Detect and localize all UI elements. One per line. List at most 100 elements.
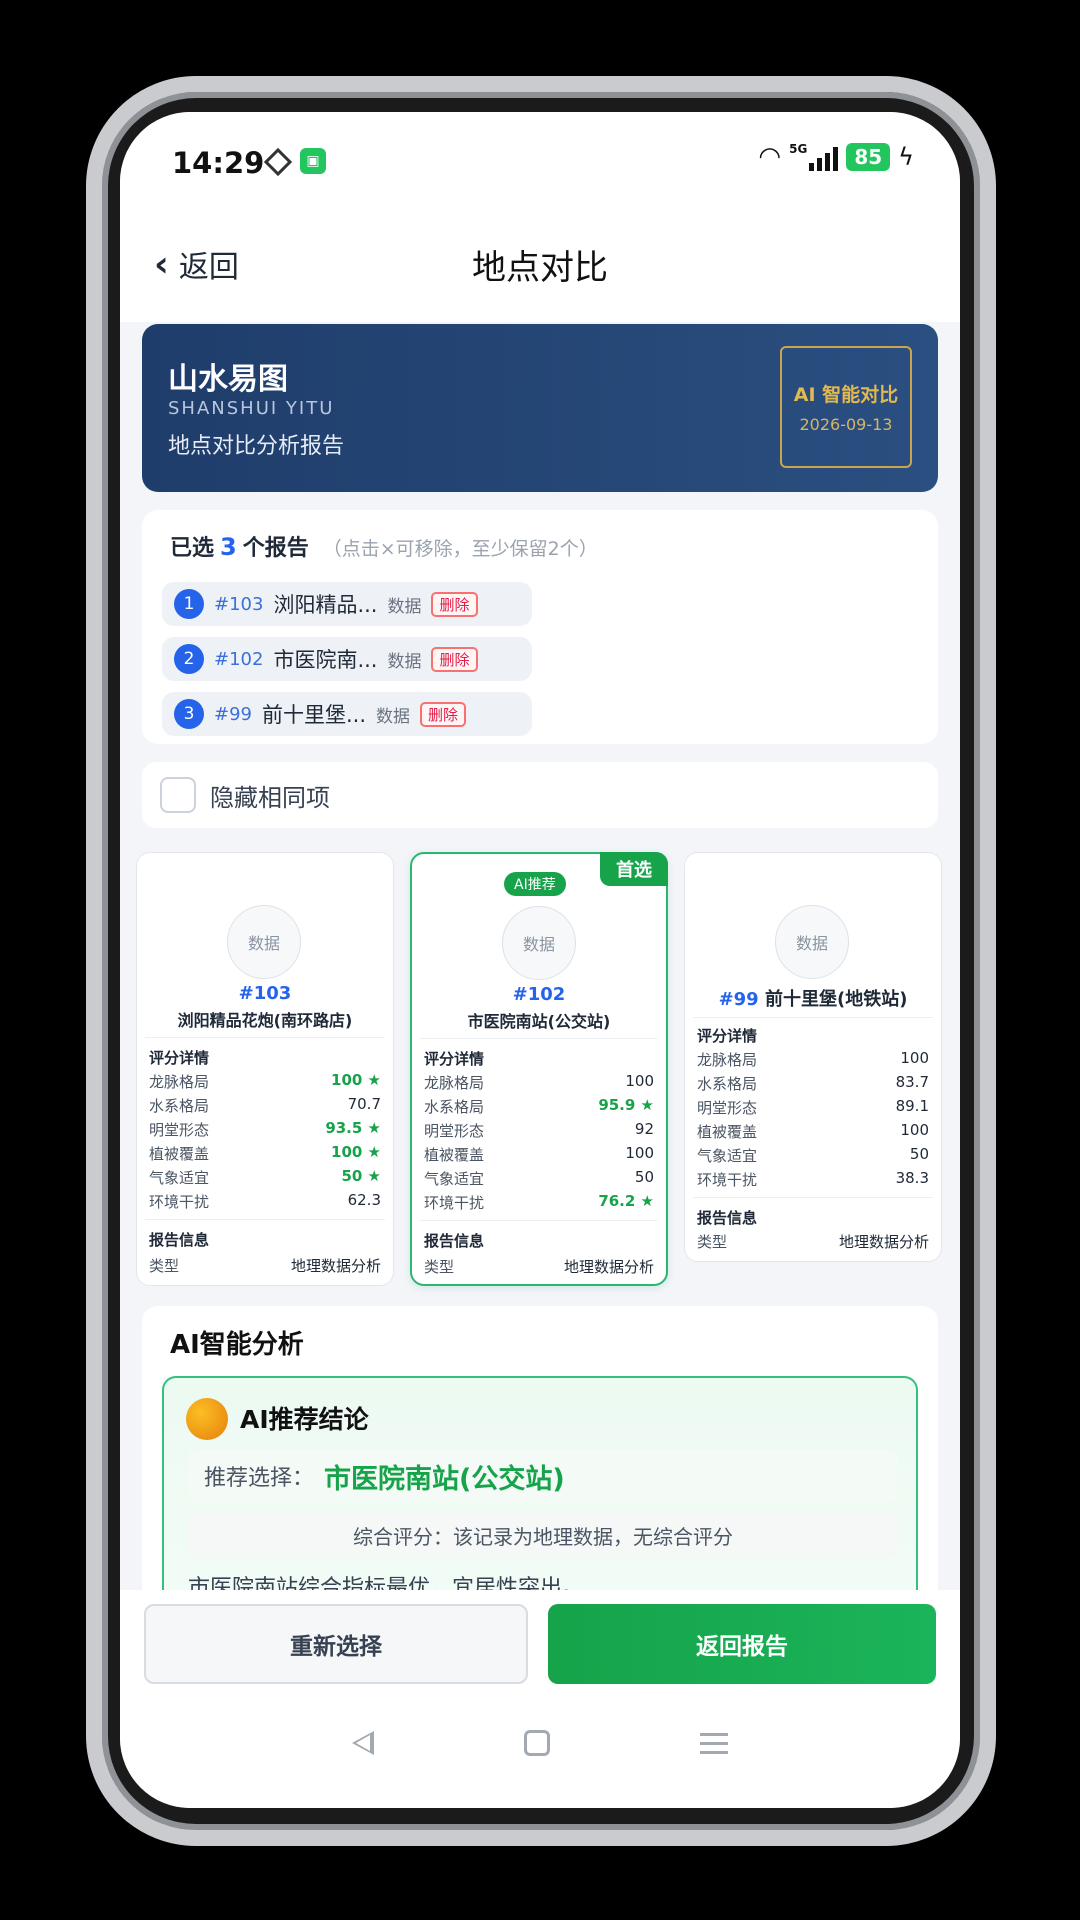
score-value: 100 <box>625 1072 654 1090</box>
selected-prefix: 已选 <box>170 536 215 561</box>
score-row: 气象适宜 50 <box>697 1145 929 1166</box>
delete-button[interactable]: 删除 <box>431 591 478 617</box>
hide-same-checkbox[interactable] <box>160 777 196 813</box>
score-row: 龙脉格局 100 <box>424 1072 654 1093</box>
selected-header: 已选 3 个报告 （点击×可移除，至少保留2个） <box>170 530 598 562</box>
score-row: 龙脉格局 100 <box>697 1049 929 1070</box>
score-value: 93.5 ★ <box>325 1119 381 1137</box>
score-label: 明堂形态 <box>149 1121 210 1139</box>
score-label: 植被覆盖 <box>149 1145 210 1163</box>
score-value: 70.7 <box>347 1095 381 1113</box>
divider <box>420 1038 658 1039</box>
score-label: 气象适宜 <box>149 1169 210 1187</box>
ai-analysis-title: AI智能分析 <box>170 1330 304 1360</box>
card-id: #102 <box>512 984 566 1005</box>
card-name: 前十里堡(地铁站) <box>764 989 908 1010</box>
info-section-title: 报告信息 <box>149 1231 210 1249</box>
card-name: 市医院南站(公交站) <box>467 1012 611 1031</box>
score-label: 植被覆盖 <box>424 1146 485 1164</box>
signal-icon <box>809 143 839 171</box>
score-row: 龙脉格局 100 ★ <box>149 1071 381 1092</box>
score-value: 100 <box>625 1144 654 1162</box>
brand-subtitle-en: SHANSHUI YITU <box>168 398 335 419</box>
card-id: #99 <box>718 989 759 1010</box>
score-value: 76.2 ★ <box>598 1192 654 1210</box>
delete-button[interactable]: 删除 <box>431 646 478 672</box>
info-row: 类型 地理数据分析 <box>424 1256 654 1277</box>
ai-orb-icon <box>186 1398 228 1440</box>
score-label: 龙脉格局 <box>697 1051 758 1069</box>
score-value: 92 <box>634 1120 654 1138</box>
score-row: 明堂形态 93.5 ★ <box>149 1119 381 1140</box>
score-label: 植被覆盖 <box>697 1123 758 1141</box>
score-row: 植被覆盖 100 <box>424 1144 654 1165</box>
score-label: 龙脉格局 <box>424 1074 485 1092</box>
nav-bar: ‹ 返回 地点对比 <box>120 212 960 322</box>
info-value: 地理数据分析 <box>838 1233 929 1251</box>
chip-index: 1 <box>174 589 204 619</box>
nav-back-icon[interactable] <box>352 1731 374 1755</box>
selected-count: 3 <box>220 533 237 561</box>
score-value: 50 <box>909 1145 929 1163</box>
nav-menu-icon[interactable] <box>700 1732 728 1754</box>
page-title: 地点对比 <box>472 248 608 288</box>
chip-index: 3 <box>174 699 204 729</box>
score-row: 水系格局 83.7 <box>697 1073 929 1094</box>
chip-name: 前十里堡... <box>262 703 367 727</box>
selected-chip: 3 #99 前十里堡... 数据 删除 <box>162 692 532 736</box>
nfc-icon <box>263 147 293 177</box>
score-value: 100 <box>900 1121 929 1139</box>
score-row: 植被覆盖 100 ★ <box>149 1143 381 1164</box>
delete-button[interactable]: 删除 <box>420 701 467 727</box>
compare-card: 数据 #103 浏阳精品花炮(南环路店) 评分详情 龙脉格局 100 ★ 水系格局… <box>136 852 394 1286</box>
info-row: 类型 地理数据分析 <box>697 1231 929 1252</box>
score-row: 气象适宜 50 <box>424 1168 654 1189</box>
score-row: 环境干扰 38.3 <box>697 1169 929 1190</box>
recommend-value: 市医院南站(公交站) <box>324 1463 565 1495</box>
selected-suffix: 个报告 <box>242 536 309 561</box>
info-section-title: 报告信息 <box>697 1209 758 1227</box>
card-header: #99 前十里堡(地铁站) <box>685 985 941 1011</box>
info-row: 类型 地理数据分析 <box>149 1255 381 1276</box>
score-label: 明堂形态 <box>424 1122 485 1140</box>
status-left-icons: ▣ <box>263 147 326 177</box>
selected-reports-card: 已选 3 个报告 （点击×可移除，至少保留2个） 1 #103 浏阳精品... … <box>142 510 938 744</box>
stamp-date: 2026-09-13 <box>799 415 893 434</box>
status-time: 14:29 <box>172 146 265 180</box>
divider <box>693 1197 933 1198</box>
score-label: 龙脉格局 <box>149 1073 210 1091</box>
score-value: 100 ★ <box>331 1071 381 1089</box>
score-label: 水系格局 <box>149 1097 210 1115</box>
brand-title: 山水易图 <box>168 362 288 397</box>
score-row: 植被覆盖 100 <box>697 1121 929 1142</box>
info-value: 地理数据分析 <box>563 1258 654 1276</box>
nav-home-icon[interactable] <box>524 1730 550 1756</box>
status-right-icons: ◠ 5G 85 ϟ <box>758 142 914 172</box>
ai-conclusion-title: AI推荐结论 <box>240 1405 369 1434</box>
score-row: 环境干扰 76.2 ★ <box>424 1192 654 1213</box>
score-value: 50 <box>634 1168 654 1186</box>
stamp-title: AI 智能对比 <box>793 384 899 406</box>
sim-icon: ▣ <box>300 148 326 174</box>
score-value: 95.9 ★ <box>598 1096 654 1114</box>
info-label: 类型 <box>697 1233 728 1251</box>
recommend-row: 推荐选择： 市医院南站(公交站) <box>188 1450 898 1502</box>
reselect-button[interactable]: 重新选择 <box>144 1604 528 1684</box>
chip-index: 2 <box>174 644 204 674</box>
ai-recommend-badge: AI推荐 <box>504 872 566 896</box>
compare-card: 数据 #99 前十里堡(地铁站) 评分详情 龙脉格局 100 水系格局 83.7 明… <box>684 852 942 1262</box>
report-subtitle: 地点对比分析报告 <box>168 434 345 459</box>
card-name: 浏阳精品花炮(南环路店) <box>177 1011 353 1030</box>
score-label: 环境干扰 <box>424 1194 485 1212</box>
wifi-icon: ◠ <box>758 142 782 172</box>
battery-level: 85 <box>846 143 891 171</box>
score-row: 水系格局 70.7 <box>149 1095 381 1116</box>
hide-same-toggle[interactable]: 隐藏相同项 <box>142 762 938 828</box>
score-value: 50 ★ <box>341 1167 381 1185</box>
status-bar: 14:29 ▣ ◠ 5G 85 ϟ <box>120 112 960 212</box>
score-row: 明堂形态 92 <box>424 1120 654 1141</box>
charging-icon: ϟ <box>898 143 914 171</box>
score-value: 100 <box>900 1049 929 1067</box>
back-to-report-button[interactable]: 返回报告 <box>548 1604 936 1684</box>
score-row: 环境干扰 62.3 <box>149 1191 381 1212</box>
